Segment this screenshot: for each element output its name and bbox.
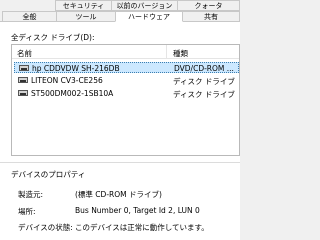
disk-drive-icon — [18, 77, 28, 83]
drive-name: hp CDDVDW SH-216DB — [32, 64, 120, 73]
tab-previous-versions[interactable]: 以前のバージョン — [111, 0, 178, 11]
drive-type: ディスク ドライブ — [173, 77, 235, 86]
drives-list[interactable]: 名前 種類 hp CDDVDW SH-216DB DVD/CD-ROM ... … — [11, 44, 240, 156]
list-header: 名前 種類 — [12, 45, 239, 59]
drive-row[interactable]: LITEON CV3-CE256 ディスク ドライブ — [14, 75, 239, 86]
device-status-label: デバイスの状態: — [18, 223, 73, 232]
drives-label: 全ディスク ドライブ(D): — [11, 33, 95, 42]
location-value: Bus Number 0, Target Id 2, LUN 0 — [75, 206, 200, 215]
drive-row[interactable]: ST500DM002-1SB10A ディスク ドライブ — [14, 88, 239, 99]
disk-drive-icon — [18, 90, 28, 96]
manufacturer-label: 製造元: — [18, 190, 44, 199]
manufacturer-value: (標準 CD-ROM ドライブ) — [75, 190, 162, 199]
drive-type: DVD/CD-ROM ... — [174, 64, 234, 73]
tab-strip: セキュリティ 以前のバージョン クォータ 全般 ツール ハードウェア 共有 — [0, 0, 240, 22]
drive-type: ディスク ドライブ — [173, 90, 235, 99]
tab-security[interactable]: セキュリティ — [55, 0, 112, 11]
optical-drive-icon — [19, 65, 29, 71]
drive-name: LITEON CV3-CE256 — [31, 76, 103, 85]
column-separator[interactable] — [166, 45, 167, 59]
location-label: 場所: — [18, 207, 36, 216]
tab-quota[interactable]: クォータ — [177, 0, 240, 11]
hardware-panel: 全ディスク ドライブ(D): 名前 種類 hp CDDVDW SH-216DB … — [0, 21, 240, 240]
device-status-value: このデバイスは正常に動作しています。 — [75, 223, 209, 232]
tab-hardware[interactable]: ハードウェア — [115, 11, 183, 22]
drive-name: ST500DM002-1SB10A — [31, 89, 114, 98]
column-name-header[interactable]: 名前 — [17, 48, 32, 59]
device-properties-title: デバイスのプロパティ — [11, 170, 86, 179]
device-properties-group: デバイスのプロパティ 製造元: (標準 CD-ROM ドライブ) 場所: Bus… — [0, 162, 240, 240]
column-type-header[interactable]: 種類 — [173, 48, 188, 59]
drive-row[interactable]: hp CDDVDW SH-216DB DVD/CD-ROM ... — [14, 62, 239, 73]
